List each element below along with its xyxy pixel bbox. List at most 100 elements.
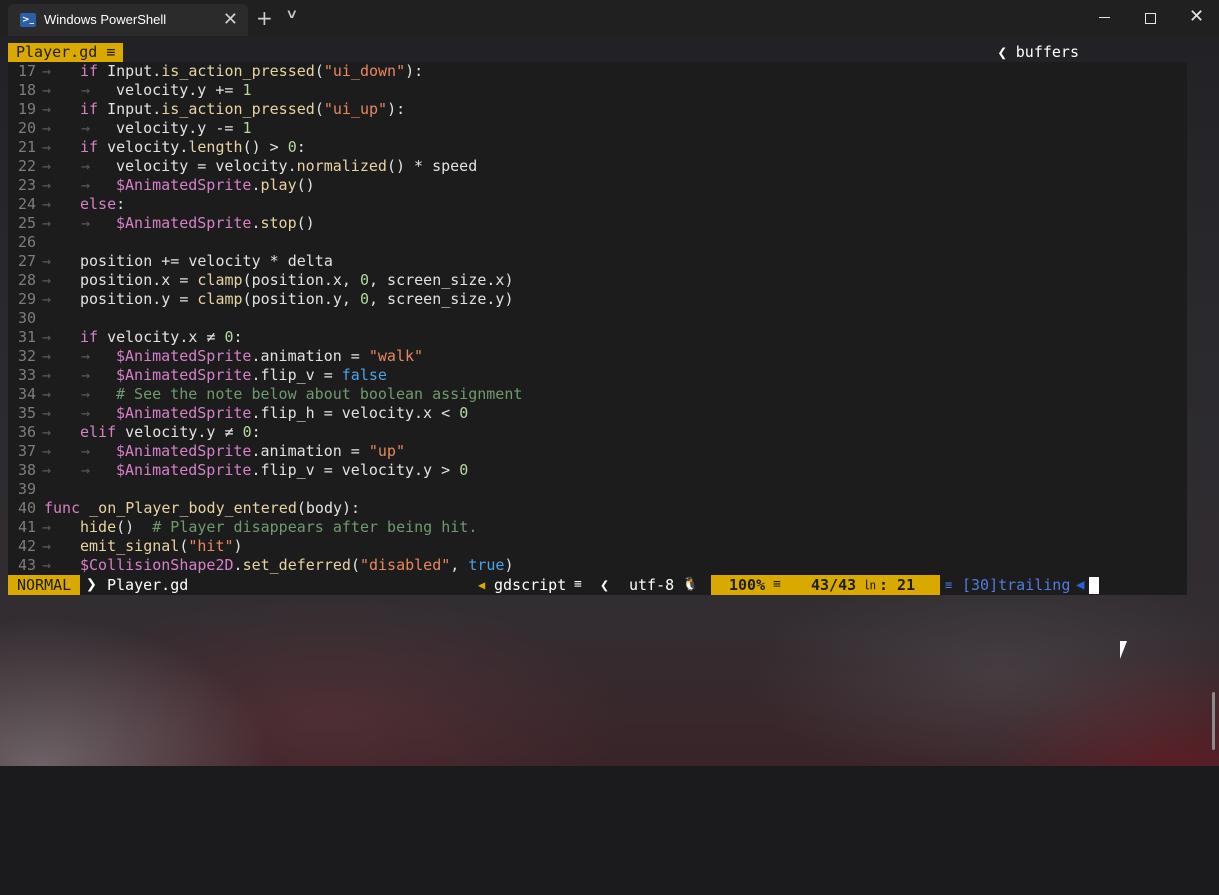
indent-arrow-icon: → [42, 423, 52, 441]
code-text: $AnimatedSprite.animation = "walk" [116, 347, 423, 366]
linux-icon: 🐧 [682, 577, 699, 592]
code-token: 0 [224, 328, 234, 346]
code-text: velocity.y += 1 [116, 81, 251, 100]
code-token: (position.y, [242, 290, 360, 308]
code-token: . [251, 214, 261, 232]
indent-arrow-icon: → [42, 271, 52, 289]
code-token: "ui_up" [323, 100, 388, 118]
close-tab-icon[interactable]: ✕ [223, 9, 238, 30]
indent-arrow-icon: → [42, 385, 52, 403]
powershell-icon: >_ [20, 13, 36, 27]
code-token: () * speed [386, 157, 478, 175]
indent-arrow-icon: → [42, 347, 52, 365]
code-line: 23 $AnimatedSprite.play() → → [8, 176, 1187, 195]
indent-arrow-icon: → [42, 537, 52, 555]
code-text: position += velocity * delta [80, 252, 333, 271]
line-number: 22 [18, 157, 37, 175]
minimize-icon [1099, 17, 1110, 18]
code-token: else [80, 195, 117, 213]
indent-arrow-icon: → [42, 176, 52, 194]
code-token: 1 [242, 81, 252, 99]
encoding-separator-icon: ❮ [600, 576, 610, 594]
code-line: 18 velocity.y += 1 → → [8, 81, 1187, 100]
code-token: () > [242, 138, 288, 156]
text-cursor [1089, 577, 1099, 594]
line-number: 38 [18, 461, 37, 479]
code-token: emit_signal [80, 537, 180, 555]
buffer-tab-player[interactable]: Player.gd ≡ [8, 43, 124, 62]
code-token: normalized [296, 157, 387, 175]
code-token: false [341, 366, 387, 384]
code-token: "up" [368, 442, 405, 460]
code-token: is_action_pressed [161, 62, 315, 80]
line-number: 43 [18, 556, 37, 574]
new-tab-button[interactable]: + [256, 6, 273, 30]
code-token: $AnimatedSprite [116, 442, 252, 460]
code-token: velocity.y -= [116, 119, 243, 137]
code-token: $AnimatedSprite [116, 366, 252, 384]
code-token: Input [107, 100, 153, 118]
code-token: .animation = [251, 442, 369, 460]
code-token: is_action_pressed [161, 100, 315, 118]
code-text: velocity = velocity.normalized() * speed [116, 157, 477, 176]
code-token: if [80, 328, 108, 346]
code-token: length [188, 138, 243, 156]
terminal-scrollbar[interactable] [1212, 692, 1215, 750]
line-number: 40 [18, 499, 37, 517]
code-token: clamp [197, 290, 243, 308]
warning-separator-icon: ◀ [1076, 577, 1085, 593]
code-token: $AnimatedSprite [116, 347, 252, 365]
line-number: 25 [18, 214, 37, 232]
tab-dropdown-icon[interactable]: ∨ [285, 7, 298, 22]
code-line: 24 else: → [8, 195, 1187, 214]
code-line: 37 $AnimatedSprite.animation = "up" → → [8, 442, 1187, 461]
line-number: 18 [18, 81, 37, 99]
code-editor[interactable]: 17 if Input.is_action_pressed("ui_down"):… [8, 62, 1187, 575]
code-text: $AnimatedSprite.animation = "up" [116, 442, 405, 461]
indent-arrow-icon: → [42, 62, 52, 80]
code-token: velocity.y ≠ [125, 423, 243, 441]
indent-arrow-icon: → [42, 252, 52, 270]
code-text: $AnimatedSprite.play() [116, 176, 315, 195]
code-token: 0 [242, 423, 252, 441]
code-text: if Input.is_action_pressed("ui_down"): [80, 62, 423, 81]
code-text: $AnimatedSprite.flip_h = velocity.x < 0 [116, 404, 468, 423]
code-token: hide [80, 518, 117, 536]
indent-arrow-icon: → [42, 518, 52, 536]
minimize-button[interactable] [1082, 0, 1128, 36]
code-token: if [80, 138, 108, 156]
code-line: 22 velocity = velocity.normalized() * spe… [8, 157, 1187, 176]
code-line: 29 position.y = clamp(position.y, 0, scre… [8, 290, 1187, 309]
code-token: . [251, 176, 261, 194]
line-number: 23 [18, 176, 37, 194]
code-token: : [296, 138, 306, 156]
code-token: # See the note below about boolean assig… [116, 385, 523, 403]
line-number: 30 [18, 309, 37, 327]
line-number: 27 [18, 252, 37, 270]
vim-tabline: Player.gd ≡ ❮ buffers [8, 43, 1187, 63]
code-token: .flip_h = velocity.x < [251, 404, 460, 422]
code-token: . [152, 62, 162, 80]
status-column: : 21 [879, 576, 916, 594]
code-text: # See the note below about boolean assig… [116, 385, 522, 404]
code-token: () [296, 176, 315, 194]
buffers-chevron-icon: ❮ [997, 43, 1007, 62]
tab-windows-powershell[interactable]: >_ Windows PowerShell ✕ [8, 4, 248, 36]
indent-arrow-icon: → [81, 366, 91, 384]
code-token: : [251, 423, 261, 441]
code-token: $AnimatedSprite [116, 461, 252, 479]
code-text: if velocity.length() > 0: [80, 138, 306, 157]
line-number-icon: ㏑ [864, 578, 877, 592]
line-number: 33 [18, 366, 37, 384]
indent-arrow-icon: → [42, 138, 52, 156]
code-token: () [116, 518, 153, 536]
status-filetype: gdscript [494, 576, 567, 594]
code-token: play [260, 176, 297, 194]
code-token: "disabled" [359, 556, 451, 574]
code-token: : [233, 328, 243, 346]
code-token: velocity. [107, 138, 189, 156]
code-token: . [152, 100, 162, 118]
maximize-button[interactable] [1127, 0, 1173, 36]
code-token: "hit" [188, 537, 234, 555]
close-window-button[interactable]: ✕ [1173, 0, 1219, 36]
